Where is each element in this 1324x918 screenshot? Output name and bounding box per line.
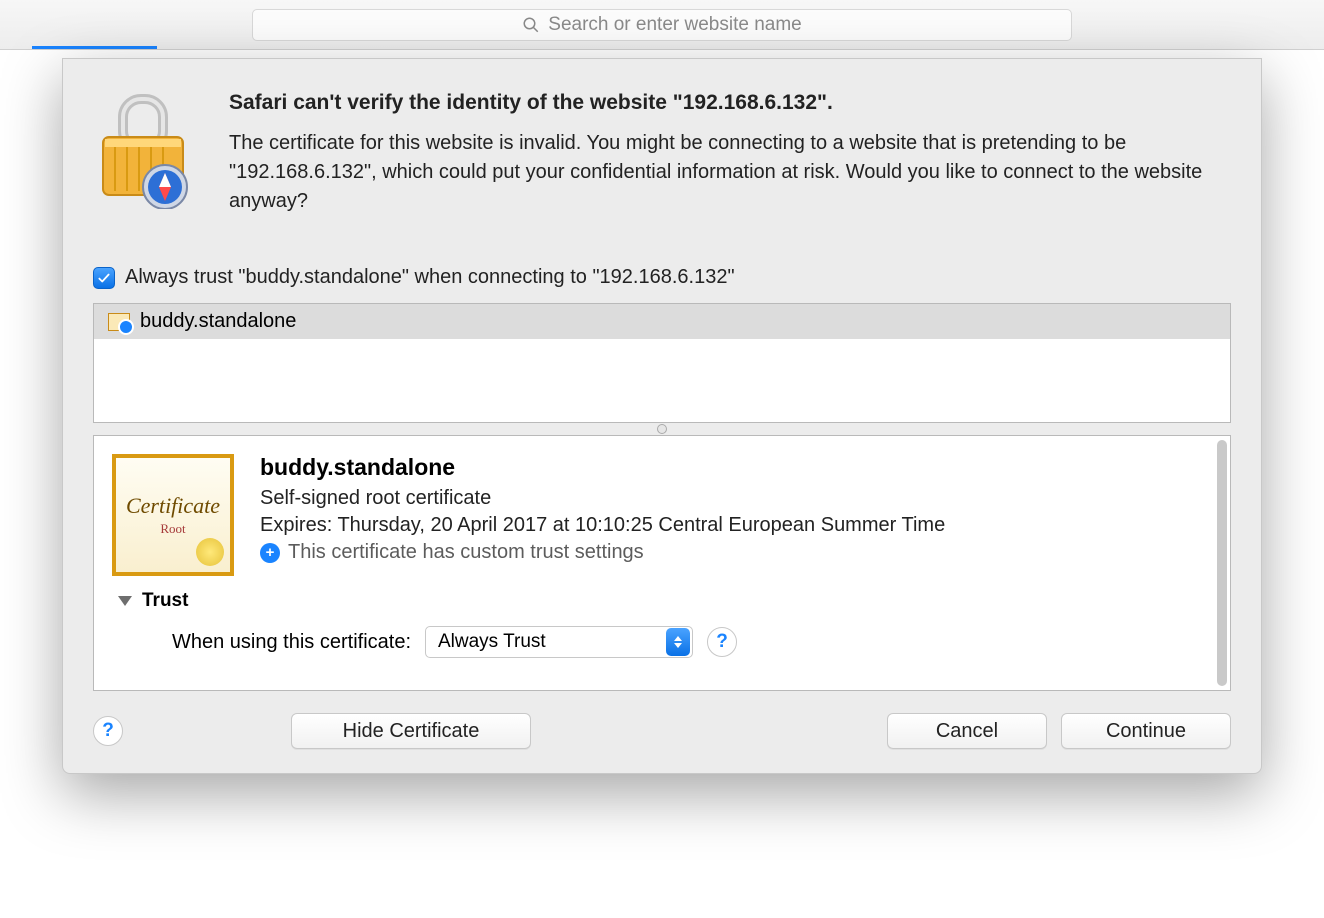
- continue-button[interactable]: Continue: [1061, 713, 1231, 749]
- dialog-title: Safari can't verify the identity of the …: [229, 91, 1231, 115]
- certificate-list-item-label: buddy.standalone: [140, 310, 296, 333]
- certificate-type: Self-signed root certificate: [260, 487, 1212, 510]
- certificate-icon-label: Certificate: [126, 493, 220, 519]
- trust-policy-value: Always Trust: [438, 631, 546, 653]
- chevron-down-icon: [118, 596, 132, 606]
- checkmark-icon: [97, 271, 111, 285]
- trust-policy-select[interactable]: Always Trust: [425, 626, 693, 658]
- plus-badge-icon: +: [260, 543, 280, 563]
- certificate-icon: [108, 313, 130, 331]
- hide-certificate-button[interactable]: Hide Certificate: [291, 713, 531, 749]
- trust-section-label: Trust: [142, 590, 188, 612]
- dialog-body-text: The certificate for this website is inva…: [229, 129, 1231, 216]
- certificate-chain-list[interactable]: buddy.standalone: [93, 303, 1231, 423]
- certificate-large-icon: Certificate Root: [112, 454, 234, 576]
- certificate-list-item[interactable]: buddy.standalone: [94, 304, 1230, 339]
- address-bar[interactable]: Search or enter website name: [252, 9, 1072, 41]
- certificate-expiry: Expires: Thursday, 20 April 2017 at 10:1…: [260, 514, 1212, 537]
- always-trust-label: Always trust "buddy.standalone" when con…: [125, 266, 735, 289]
- address-placeholder: Search or enter website name: [548, 14, 801, 36]
- page-load-progress: [32, 46, 157, 49]
- split-handle[interactable]: [93, 423, 1231, 435]
- select-stepper-icon: [666, 628, 690, 656]
- browser-toolbar: Search or enter website name: [0, 0, 1324, 50]
- certificate-icon-sublabel: Root: [160, 521, 185, 537]
- search-icon: [522, 16, 540, 34]
- certificate-trust-status: This certificate has custom trust settin…: [288, 541, 644, 564]
- always-trust-checkbox[interactable]: [93, 267, 115, 289]
- seal-icon: [196, 538, 224, 566]
- trust-when-label: When using this certificate:: [172, 631, 411, 654]
- certificate-warning-dialog: Safari can't verify the identity of the …: [62, 58, 1262, 774]
- dialog-help-button[interactable]: ?: [93, 716, 123, 746]
- trust-help-button[interactable]: ?: [707, 627, 737, 657]
- certificate-detail-panel: Certificate Root buddy.standalone Self-s…: [93, 435, 1231, 691]
- scrollbar[interactable]: [1217, 440, 1227, 686]
- trust-disclosure[interactable]: Trust: [118, 590, 1212, 612]
- certificate-name: buddy.standalone: [260, 454, 1212, 481]
- lock-safari-icon: [93, 89, 193, 216]
- cancel-button[interactable]: Cancel: [887, 713, 1047, 749]
